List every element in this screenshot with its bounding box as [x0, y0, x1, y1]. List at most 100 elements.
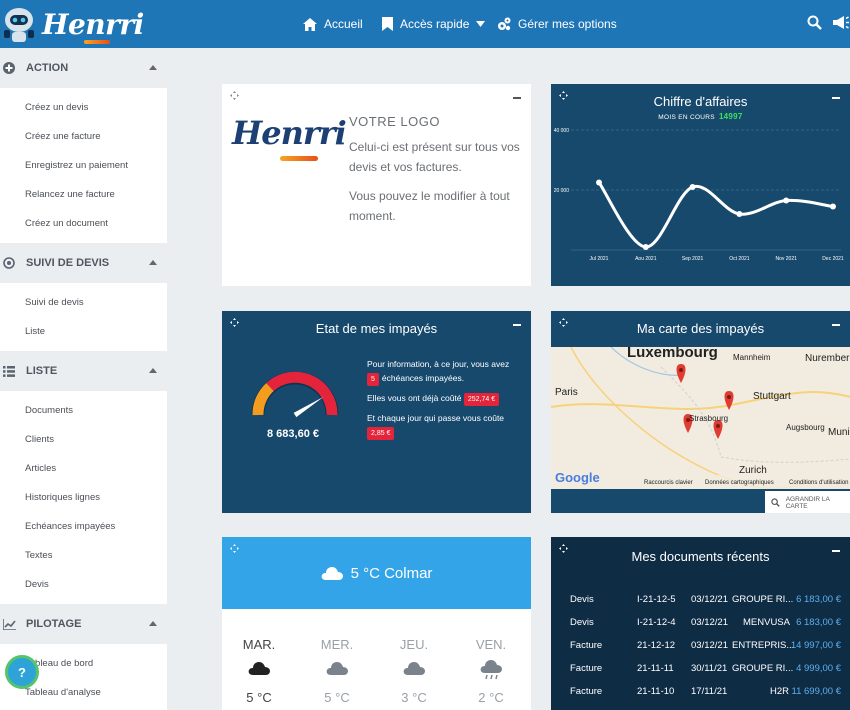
caret-up-icon	[149, 621, 157, 626]
unpaid-cost-badge: 252,74 €	[463, 393, 500, 406]
move-icon[interactable]	[559, 544, 568, 553]
table-row[interactable]: Facture 21-11-11 30/11/21 GROUPE RI... 4…	[551, 663, 850, 686]
sidebar-section-action[interactable]: ACTION	[0, 48, 167, 88]
google-logo: Google	[555, 470, 600, 485]
sidebar-item-create-invoice[interactable]: Créez une facture	[0, 122, 167, 151]
minimize-icon[interactable]	[513, 324, 521, 326]
sidebar-section-list[interactable]: LISTE	[0, 351, 167, 391]
forecast-temp: 3 °C	[401, 690, 427, 705]
help-button[interactable]: ?	[5, 655, 39, 689]
sidebar-section-items: Créez un devis Créez une facture Enregis…	[0, 88, 167, 243]
chart-data-point	[783, 197, 790, 204]
doc-client: GROUPE RI...	[732, 663, 794, 674]
doc-date: 30/11/21	[691, 663, 728, 674]
unpaid-daily-label: Et chaque jour qui passe vous coûte	[367, 413, 505, 423]
megaphone-icon[interactable]	[833, 15, 849, 30]
chart-y-tick-label: 40 000	[554, 128, 570, 134]
nav-options-label: Gérer mes options	[518, 17, 617, 31]
minimize-icon[interactable]	[832, 97, 840, 99]
map-marker[interactable]	[676, 364, 686, 383]
move-icon[interactable]	[230, 91, 239, 100]
doc-number: 21-12-12	[637, 640, 676, 651]
sidebar-item-record-payment[interactable]: Enregistrez un paiement	[0, 151, 167, 180]
unpaid-status-card: Etat de mes impayés 8 683,60 € Pour info…	[222, 311, 531, 513]
caret-down-icon	[476, 21, 486, 27]
sidebar-item-clients[interactable]: Clients	[0, 425, 167, 454]
sidebar-section-steering[interactable]: PILOTAGE	[0, 604, 167, 644]
map-terms[interactable]: Conditions d'utilisation	[789, 480, 849, 486]
map[interactable]: Luxembourg Mannheim Nuremberg Paris Stut…	[551, 347, 850, 489]
map-data-credits[interactable]: Données cartographiques	[705, 480, 774, 486]
table-row[interactable]: Devis I-21-12-4 03/12/21 MENVUSA 6 183,0…	[551, 617, 850, 640]
revenue-card: Chiffre d'affaires MOIS EN COURS 14997 40…	[551, 84, 850, 286]
doc-amount: 11 699,00 €	[791, 686, 841, 697]
sidebar-section-title: SUIVI DE DEVIS	[26, 257, 110, 269]
weather-header: 5 °C Colmar	[222, 537, 531, 609]
sidebar-section-quote-tracking[interactable]: SUIVI DE DEVIS	[0, 243, 167, 283]
sidebar-item-list[interactable]: Liste	[0, 317, 167, 346]
unpaid-cost-label: Elles vous ont déjà coûté	[367, 393, 462, 403]
unpaid-count-badge: 5	[367, 373, 379, 386]
enlarge-map-label: AGRANDIR LA CARTE	[785, 495, 830, 510]
map-label-paris: Paris	[555, 387, 578, 398]
logo-info: VOTRE LOGO Celui-ci est présent sur tous…	[349, 112, 529, 235]
minimize-icon[interactable]	[832, 324, 840, 326]
company-logo-swoosh	[280, 156, 318, 161]
forecast-day: MER. 5 °C	[312, 637, 362, 705]
chart-x-tick-label: Sep 2021	[682, 256, 704, 262]
sidebar-item-create-document[interactable]: Créez un document	[0, 209, 167, 238]
table-row[interactable]: Facture 21-11-10 17/11/21 H2R 11 699,00 …	[551, 686, 850, 709]
minimize-icon[interactable]	[832, 550, 840, 552]
revenue-subtitle: MOIS EN COURS 14997	[551, 112, 850, 121]
move-icon[interactable]	[230, 318, 239, 327]
chart-data-point	[642, 244, 649, 250]
cloud-icon	[326, 662, 348, 675]
top-bar: Henrri Accueil Accès rapide Gérer mes op…	[0, 0, 850, 48]
table-row[interactable]: Devis I-21-12-5 03/12/21 GROUPE RI... 6 …	[551, 594, 850, 617]
map-marker[interactable]	[724, 391, 734, 410]
sidebar-item-quote-tracking[interactable]: Suivi de devis	[0, 288, 167, 317]
doc-type: Facture	[570, 663, 603, 674]
nav-quick-access[interactable]: Accès rapide	[382, 0, 486, 48]
minimize-icon[interactable]	[513, 97, 521, 99]
sidebar-item-remind-invoice[interactable]: Relancez une facture	[0, 180, 167, 209]
search-icon	[771, 498, 780, 507]
cogs-icon	[498, 17, 511, 31]
weather-title: 5 °C Colmar	[350, 564, 433, 582]
map-label-nuremberg: Nuremberg	[805, 353, 850, 364]
nav-manage-options[interactable]: Gérer mes options	[497, 0, 617, 48]
revenue-card-title: Chiffre d'affaires	[653, 94, 748, 109]
sidebar-item-create-quote[interactable]: Créez un devis	[0, 93, 167, 122]
doc-type: Devis	[570, 594, 594, 605]
sidebar-item-documents[interactable]: Documents	[0, 396, 167, 425]
plus-circle-icon	[2, 61, 16, 75]
sidebar-item-unpaid-due[interactable]: Echéances impayées	[0, 512, 167, 541]
sidebar-item-texts[interactable]: Textes	[0, 541, 167, 570]
move-icon[interactable]	[559, 318, 568, 327]
map-label-augsbourg: Augsbourg	[786, 423, 825, 432]
table-row[interactable]: Facture 21-12-12 03/12/21 ENTREPRIS... 1…	[551, 640, 850, 663]
unpaid-info: Pour information, à ce jour, vous avez 5…	[367, 357, 527, 445]
enlarge-map-button[interactable]: AGRANDIR LA CARTE	[765, 491, 850, 513]
cloud-dark-icon	[248, 662, 270, 675]
move-icon[interactable]	[230, 544, 239, 553]
map-keyboard-shortcuts[interactable]: Raccourcis clavier	[644, 480, 693, 486]
search-icon[interactable]	[807, 15, 822, 30]
forecast-temp: 2 °C	[478, 690, 504, 705]
doc-client: H2R	[770, 686, 790, 697]
gauge-needle	[293, 396, 324, 418]
chart-data-point	[596, 179, 602, 186]
sidebar-item-quotes[interactable]: Devis	[0, 570, 167, 599]
unpaid-card-title: Etat de mes impayés	[315, 321, 438, 336]
move-icon[interactable]	[559, 91, 568, 100]
brand-logo[interactable]: Henrri	[0, 2, 144, 46]
chart-y-tick-label: 20 000	[554, 188, 570, 194]
doc-client: MENVUSA	[743, 617, 790, 628]
cloud-icon	[403, 662, 425, 675]
sidebar-item-articles[interactable]: Articles	[0, 454, 167, 483]
doc-date: 03/12/21	[691, 594, 728, 605]
sidebar-item-line-history[interactable]: Historiques lignes	[0, 483, 167, 512]
nav-home[interactable]: Accueil	[303, 0, 363, 48]
forecast-temp: 5 °C	[246, 690, 272, 705]
company-logo[interactable]: Henrri	[232, 114, 347, 152]
